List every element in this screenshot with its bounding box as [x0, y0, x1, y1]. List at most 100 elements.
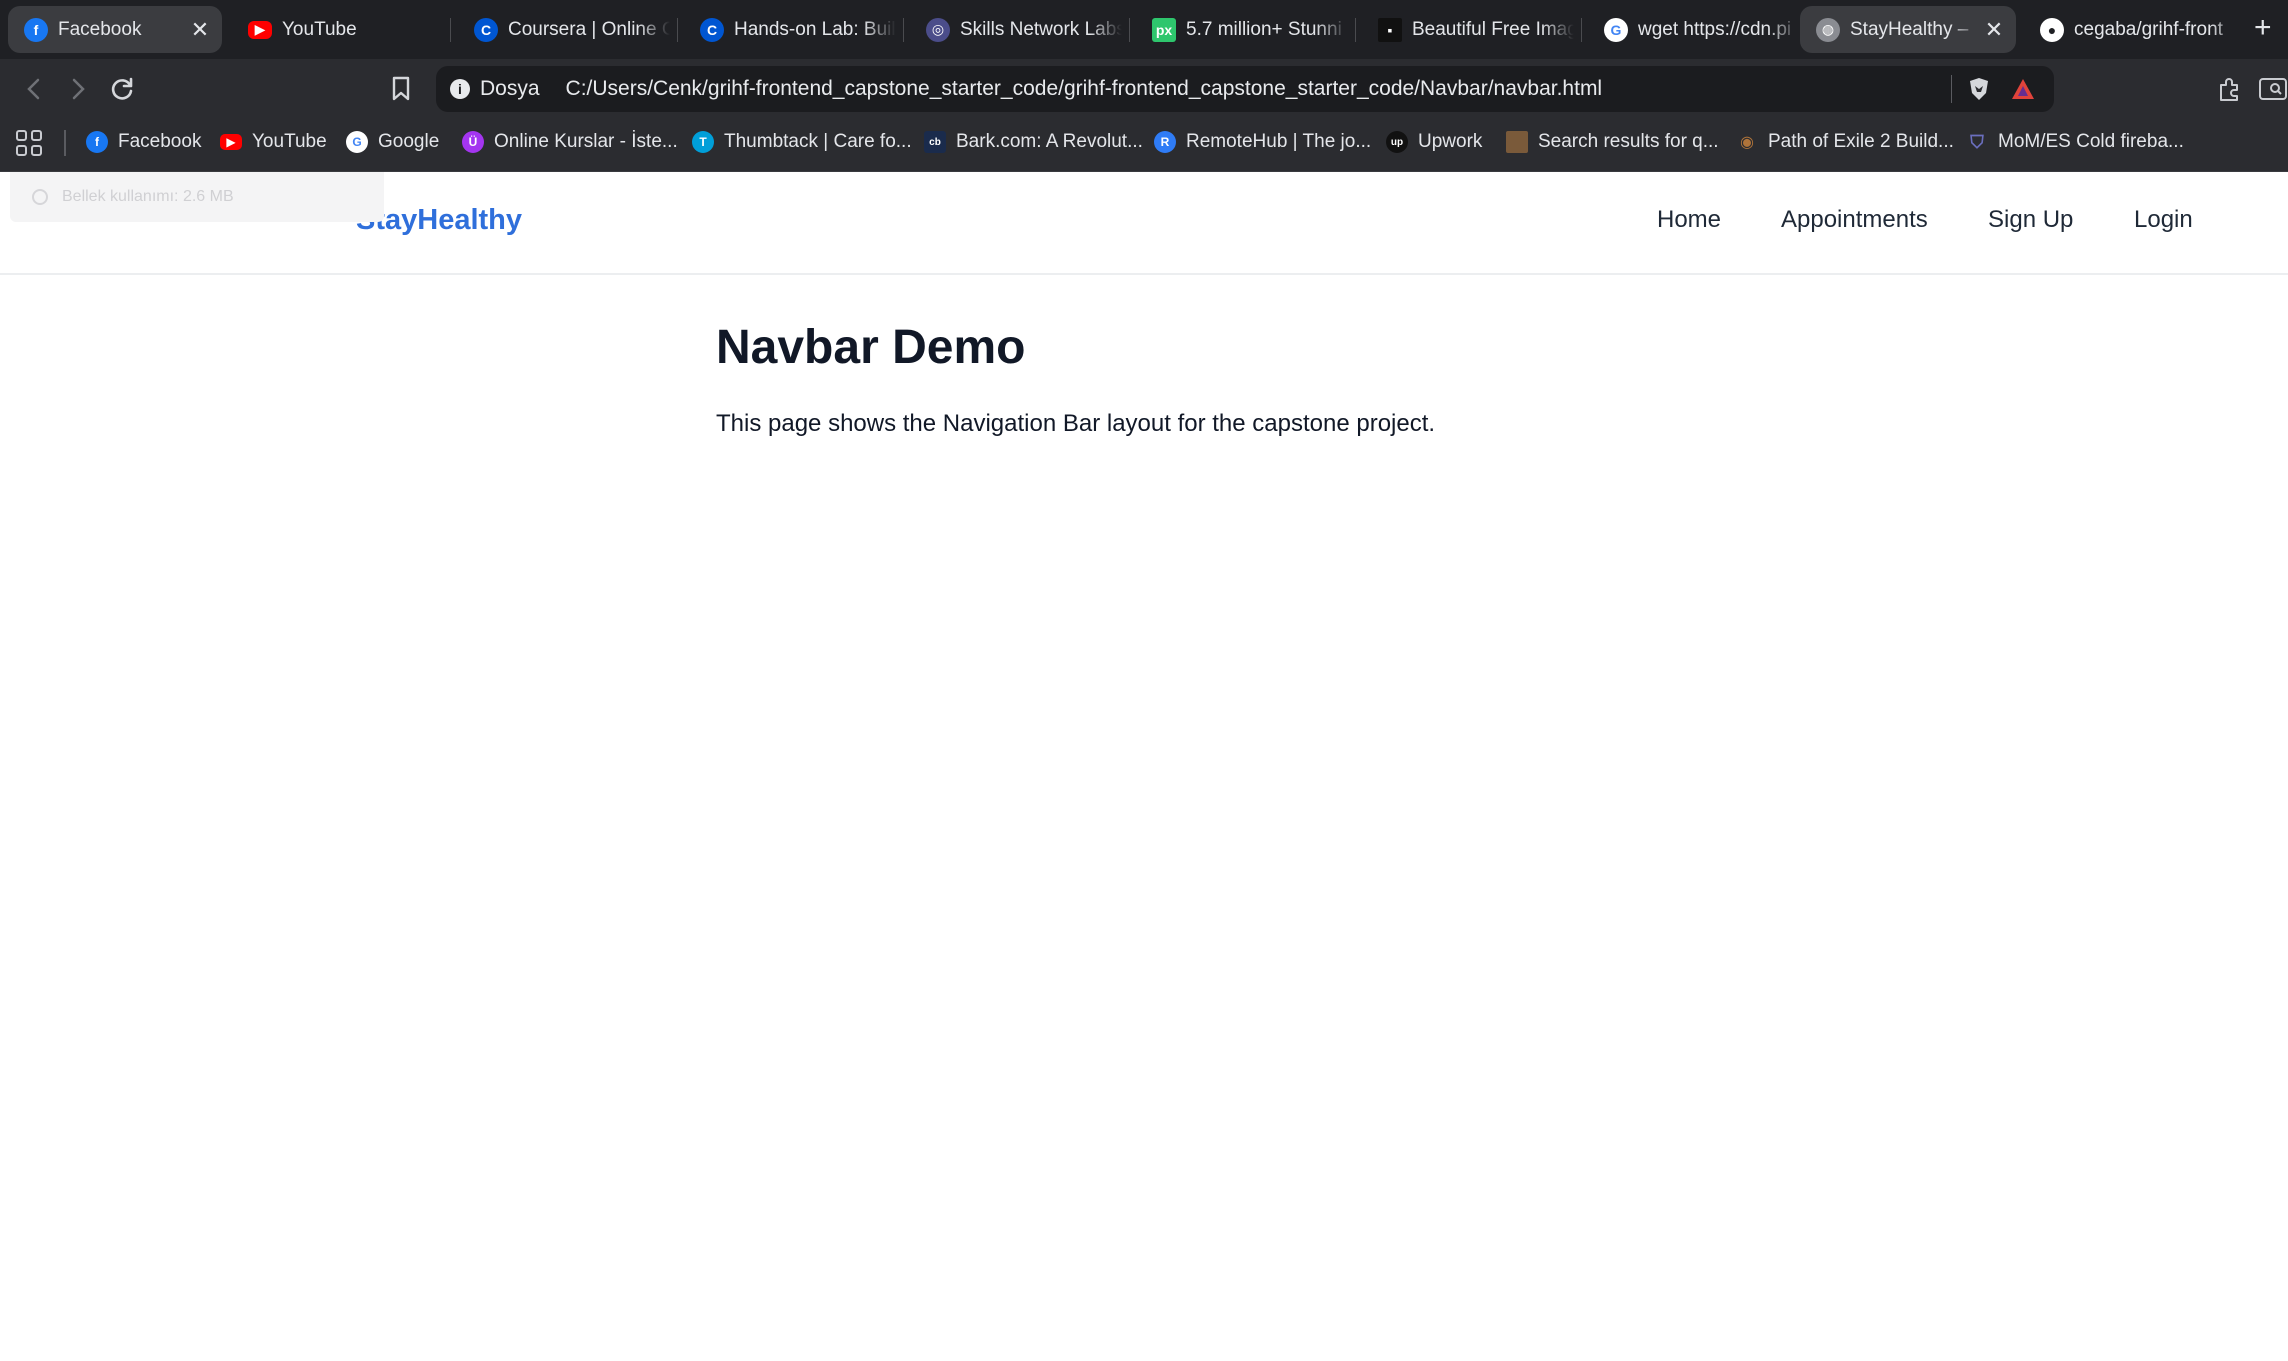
nav-link-login[interactable]: Login — [2134, 206, 2193, 234]
tab-label: YouTube — [282, 18, 357, 40]
globe-icon: ◍ — [1816, 17, 1840, 42]
remotehub-icon: R — [1154, 131, 1176, 153]
tab-label: Skills Network Labs — [960, 18, 1122, 40]
page-description: This page shows the Navigation Bar layou… — [716, 410, 1436, 437]
memory-usage-text: Bellek kullanımı: 2.6 MB — [62, 188, 234, 205]
bookmark-label: MoM/ES Cold fireba... — [1998, 131, 2184, 152]
thumbtack-icon: T — [692, 131, 714, 153]
bookmark-search-results[interactable]: Search results for q... — [1506, 118, 1719, 166]
tab-github[interactable]: ● cegaba/grihf-front — [2024, 6, 2244, 53]
skills-network-icon: ◎ — [926, 17, 950, 42]
google-icon: G — [1604, 17, 1628, 42]
bookmark-path-of-exile[interactable]: ◉ Path of Exile 2 Build... — [1736, 118, 1954, 166]
nav-link-appointments[interactable]: Appointments — [1781, 206, 1928, 234]
apps-grid-icon[interactable] — [16, 130, 42, 156]
bookmark-label: Search results for q... — [1538, 131, 1719, 152]
bookmark-label: Thumbtack | Care fo... — [724, 131, 912, 152]
tab-separator — [1581, 18, 1582, 42]
bookmark-google[interactable]: G Google — [346, 118, 439, 166]
tab-label: Hands-on Lab: Buil — [734, 18, 896, 40]
upwork-icon: up — [1386, 131, 1408, 153]
tab-separator — [1355, 18, 1356, 42]
tab-separator — [677, 18, 678, 42]
unsplash-icon: ▪ — [1378, 17, 1402, 42]
reload-button[interactable] — [102, 69, 142, 109]
poe-icon: ◉ — [1740, 134, 1754, 151]
bookmark-label: Path of Exile 2 Build... — [1768, 131, 1954, 152]
tab-coursera[interactable]: C Coursera | Online C — [458, 6, 670, 53]
bookmark-label: Bark.com: A Revolut... — [956, 131, 1143, 152]
bookmark-label: RemoteHub | The jo... — [1186, 131, 1372, 152]
bookmark-facebook[interactable]: f Facebook — [86, 118, 201, 166]
new-tab-button[interactable]: + — [2254, 12, 2272, 44]
bookmark-youtube[interactable]: ▶ YouTube — [220, 118, 327, 166]
shield-icon: ⛉ — [1970, 131, 1984, 152]
bookmark-label: Online Kurslar - İste... — [494, 131, 678, 152]
tab-separator — [903, 18, 904, 42]
memory-usage-tooltip: Bellek kullanımı: 2.6 MB — [10, 172, 384, 222]
omnibox-divider — [1951, 75, 1952, 103]
tab-label: Facebook — [58, 18, 142, 40]
close-icon[interactable]: ✕ — [186, 17, 214, 43]
bookmark-upwork[interactable]: up Upwork — [1386, 118, 1482, 166]
tab-label: Coursera | Online C — [508, 18, 670, 40]
youtube-icon: ▶ — [220, 134, 242, 150]
back-button[interactable] — [14, 69, 54, 109]
bark-icon: cb — [924, 131, 946, 153]
browser-tab-strip: f Facebook ✕ ▶ YouTube C Coursera | Onli… — [0, 0, 2288, 59]
forward-button[interactable] — [58, 69, 98, 109]
memory-icon — [32, 189, 48, 205]
udemy-icon: Ü — [462, 131, 484, 153]
bookmarks-bar: f Facebook ▶ YouTube G Google Ü Online K… — [0, 118, 2288, 172]
tab-pixabay[interactable]: px 5.7 million+ Stunni — [1136, 6, 1348, 53]
tab-label: Beautiful Free Imag — [1412, 18, 1574, 40]
bookmark-page-button[interactable] — [384, 72, 418, 106]
bookmark-bark[interactable]: cb Bark.com: A Revolut... — [924, 118, 1143, 166]
search-results-icon — [1506, 131, 1528, 153]
bookmark-remotehub[interactable]: R RemoteHub | The jo... — [1154, 118, 1371, 166]
tab-hands-on-lab[interactable]: C Hands-on Lab: Buil — [684, 6, 896, 53]
tab-wget[interactable]: G wget https://cdn.pi — [1588, 6, 1800, 53]
bookmark-mom-es[interactable]: ⛉ MoM/ES Cold fireba... — [1966, 118, 2184, 166]
youtube-icon: ▶ — [248, 20, 272, 39]
facebook-icon: f — [86, 131, 108, 153]
tab-unsplash[interactable]: ▪ Beautiful Free Imag — [1362, 6, 1574, 53]
coursera-icon: C — [474, 17, 498, 42]
bookmark-label: Google — [378, 131, 440, 152]
facebook-icon: f — [24, 17, 48, 42]
bookmark-label: YouTube — [252, 131, 327, 152]
bookmark-icon — [392, 76, 410, 101]
sidebar-search-icon[interactable] — [2258, 74, 2288, 104]
bookmark-thumbtack[interactable]: T Thumbtack | Care fo... — [692, 118, 912, 166]
nav-link-sign-up[interactable]: Sign Up — [1988, 206, 2073, 234]
pixabay-icon: px — [1152, 17, 1176, 42]
tab-separator — [450, 18, 451, 42]
info-icon[interactable]: i — [450, 79, 470, 99]
bookmarks-separator — [64, 130, 66, 156]
tab-youtube[interactable]: ▶ YouTube — [232, 6, 442, 53]
tab-stayhealthy[interactable]: ◍ StayHealthy – ✕ — [1800, 6, 2016, 53]
protocol-label: Dosya — [480, 77, 540, 100]
brave-rewards-icon[interactable] — [2010, 76, 2036, 102]
close-icon[interactable]: ✕ — [1980, 17, 2008, 43]
browser-toolbar: i Dosya C:/Users/Cenk/grihf-frontend_cap… — [0, 59, 2288, 118]
tab-label: wget https://cdn.pi — [1638, 18, 1792, 40]
coursera-icon: C — [700, 17, 724, 42]
address-bar[interactable]: i Dosya C:/Users/Cenk/grihf-frontend_cap… — [436, 66, 2054, 112]
tab-separator — [1129, 18, 1130, 42]
tab-facebook[interactable]: f Facebook ✕ — [8, 6, 222, 53]
github-icon: ● — [2040, 17, 2064, 42]
tab-label: cegaba/grihf-front — [2074, 18, 2223, 40]
reload-icon — [111, 77, 133, 100]
page-title: Navbar Demo — [716, 321, 1026, 374]
bookmark-udemy[interactable]: Ü Online Kurslar - İste... — [462, 118, 678, 166]
bookmark-label: Upwork — [1418, 131, 1483, 152]
brave-shield-icon[interactable] — [1966, 76, 1992, 102]
url-text[interactable]: C:/Users/Cenk/grihf-frontend_capstone_st… — [566, 77, 1951, 101]
google-icon: G — [346, 131, 368, 153]
nav-link-home[interactable]: Home — [1657, 206, 1721, 234]
extensions-icon[interactable] — [2214, 74, 2244, 104]
tab-label: StayHealthy – — [1850, 18, 1969, 40]
tab-label: 5.7 million+ Stunni — [1186, 18, 1342, 40]
tab-skills-network[interactable]: ◎ Skills Network Labs — [910, 6, 1122, 53]
